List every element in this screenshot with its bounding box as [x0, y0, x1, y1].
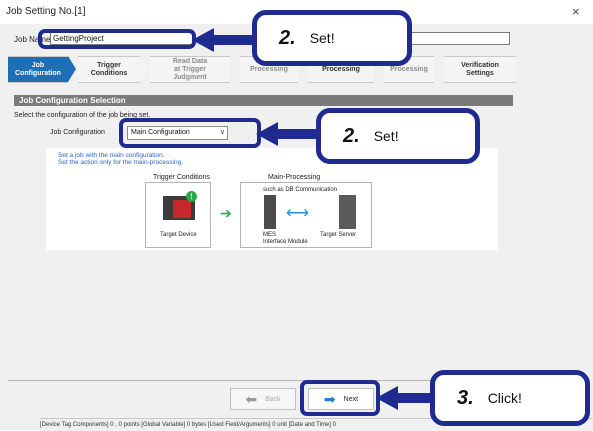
- double-arrow-icon: ⟷: [286, 205, 309, 222]
- main-processing-title: Main-Processing: [268, 174, 321, 181]
- step-chevron: [140, 56, 148, 82]
- tab-read-data[interactable]: Read Data at Trigger Judgment: [150, 56, 230, 83]
- db-communication-label: such as DB Communication: [263, 187, 338, 193]
- tab-job-configuration[interactable]: Job Configuration: [8, 56, 68, 83]
- trigger-conditions-title: Trigger Conditions: [153, 174, 210, 181]
- highlight-next-button: [300, 380, 380, 416]
- section-header: Job Configuration Selection: [14, 95, 513, 106]
- job-configuration-label: Job Configuration: [50, 129, 105, 136]
- close-icon[interactable]: ×: [572, 4, 580, 19]
- callout-number: 2.: [343, 124, 360, 147]
- callout-number: 2.: [279, 26, 296, 49]
- job-name-input-tail[interactable]: [410, 32, 510, 45]
- callout-text: Click!: [487, 390, 522, 406]
- window-title: Job Setting No.[1]: [6, 6, 86, 17]
- arrow-left-icon: ⬅: [245, 390, 258, 407]
- callout-set-1: 2. Set!: [252, 10, 412, 66]
- callout-arrow-2: [256, 122, 320, 146]
- highlight-job-configuration: [119, 118, 261, 148]
- description-line: Set a job with the main configuration.: [58, 152, 165, 159]
- callout-text: Set!: [309, 30, 335, 46]
- description-line: Set the action only for the main-process…: [58, 159, 184, 166]
- arrow-right-icon: ➔: [220, 205, 232, 221]
- tab-trigger-conditions[interactable]: Trigger Conditions: [78, 56, 140, 83]
- step-chevron: [68, 56, 76, 82]
- callout-set-2: 2. Set!: [316, 108, 480, 164]
- target-server-label: Target Server: [320, 232, 357, 238]
- tab-verification-settings[interactable]: Verification Settings: [444, 56, 516, 83]
- callout-arrow-1: [192, 28, 256, 52]
- server-image: [339, 195, 356, 229]
- mes-module-image: [264, 195, 276, 229]
- callout-click: 3. Click!: [430, 370, 590, 426]
- alarm-icon: !: [186, 191, 197, 202]
- back-button[interactable]: ⬅ Back: [230, 388, 296, 410]
- callout-text: Set!: [373, 128, 399, 144]
- callout-number: 3.: [457, 386, 474, 409]
- device-image-module: [173, 200, 191, 218]
- back-label: Back: [265, 395, 281, 403]
- mes-interface-module-label: MES Interface Module: [263, 232, 308, 245]
- target-device-label: Target Device: [160, 232, 197, 238]
- highlight-job-name: [38, 29, 196, 49]
